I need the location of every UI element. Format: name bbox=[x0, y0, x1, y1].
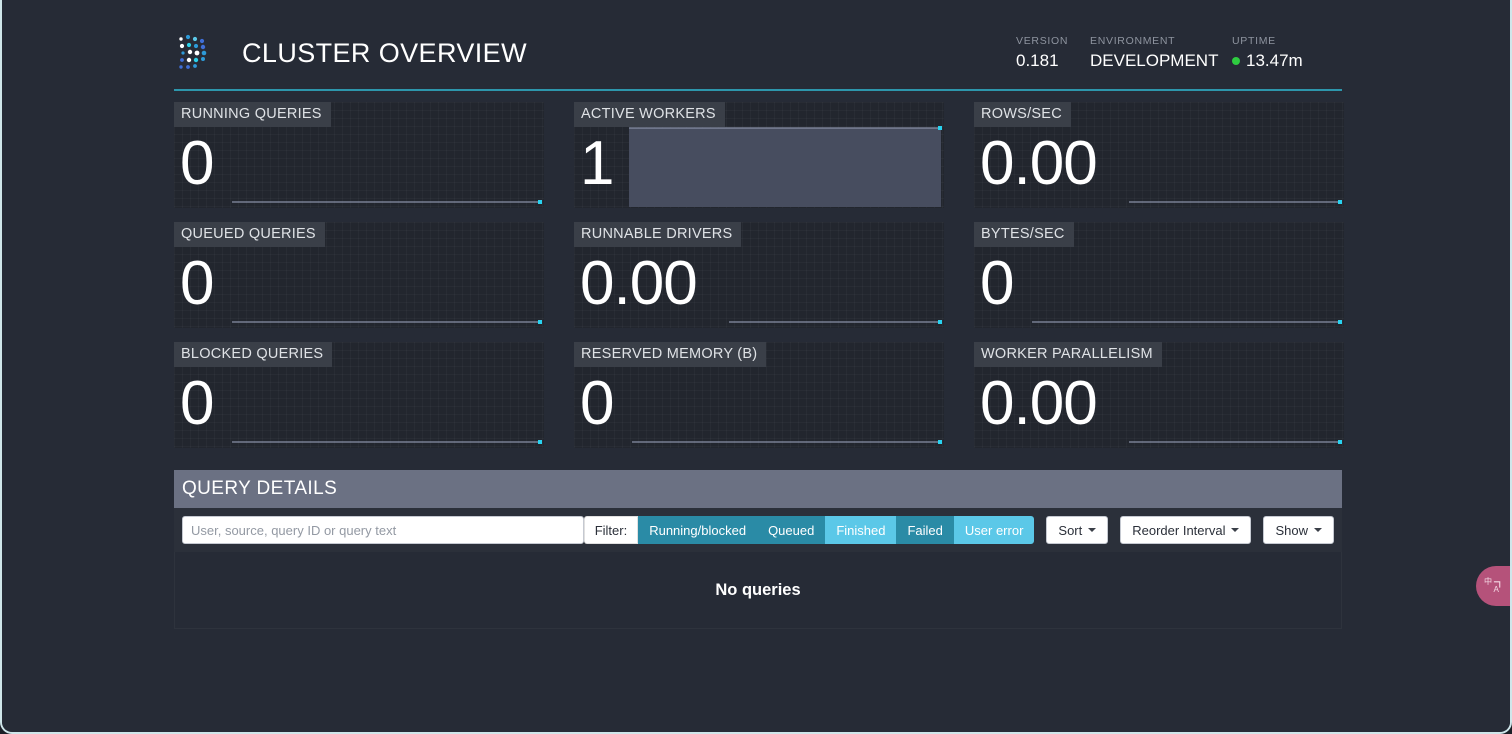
filter-finished[interactable]: Finished bbox=[825, 516, 897, 544]
metric-label-worker-parallelism: WORKER PARALLELISM bbox=[974, 342, 1162, 367]
metric-label-rows-sec: ROWS/SEC bbox=[974, 102, 1071, 127]
stat-uptime-value-wrap: 13.47m bbox=[1232, 51, 1342, 71]
sort-dropdown[interactable]: Sort bbox=[1046, 516, 1109, 544]
metrics-grid: RUNNING QUERIES 0 ACTIVE WORKERS 1 ROWS/… bbox=[174, 102, 1344, 462]
query-details-header: QUERY DETAILS bbox=[174, 470, 1342, 508]
stat-environment-value: DEVELOPMENT bbox=[1090, 51, 1219, 70]
chevron-down-icon bbox=[1314, 528, 1322, 532]
trino-dots-logo-icon bbox=[174, 30, 220, 76]
metric-card-active-workers: ACTIVE WORKERS 1 bbox=[574, 102, 944, 208]
metric-card-bytes-sec: BYTES/SEC 0 bbox=[974, 222, 1344, 328]
metric-card-runnable-drivers: RUNNABLE DRIVERS 0.00 bbox=[574, 222, 944, 328]
metric-label-reserved-memory: RESERVED MEMORY (B) bbox=[574, 342, 767, 367]
metric-label-active-workers: ACTIVE WORKERS bbox=[574, 102, 725, 127]
metric-card-rows-sec: ROWS/SEC 0.00 bbox=[974, 102, 1344, 208]
filter-queued[interactable]: Queued bbox=[757, 516, 826, 544]
filter-label: Filter: bbox=[583, 516, 639, 544]
sort-dropdown-label: Sort bbox=[1058, 522, 1083, 538]
filter-failed[interactable]: Failed bbox=[896, 516, 954, 544]
reorder-interval-dropdown-label: Reorder Interval bbox=[1132, 522, 1226, 538]
metric-card-worker-parallelism: WORKER PARALLELISM 0.00 bbox=[974, 342, 1344, 448]
search-input[interactable] bbox=[182, 516, 584, 544]
query-details-toolbar: Filter: Running/blocked Queued Finished … bbox=[174, 508, 1342, 552]
metric-card-reserved-memory: RESERVED MEMORY (B) 0 bbox=[574, 342, 944, 448]
metric-label-queued-queries: QUEUED QUERIES bbox=[174, 222, 325, 247]
chevron-down-icon bbox=[1088, 528, 1097, 532]
stat-environment-label: ENVIRONMENT bbox=[1090, 35, 1176, 47]
reorder-interval-dropdown[interactable]: Reorder Interval bbox=[1120, 516, 1252, 544]
show-dropdown[interactable]: Show bbox=[1263, 516, 1334, 544]
stat-uptime-value: 13.47m bbox=[1246, 51, 1303, 70]
show-dropdown-label: Show bbox=[1275, 522, 1308, 538]
status-dot-icon bbox=[1232, 57, 1240, 65]
chevron-down-icon bbox=[1231, 528, 1240, 532]
query-details-panel: QUERY DETAILS Filter: Running/blocked Qu… bbox=[174, 470, 1342, 629]
stat-version-label: VERSION bbox=[1016, 35, 1069, 47]
stat-uptime-label: UPTIME bbox=[1232, 35, 1276, 47]
browser-window: CLUSTER OVERVIEW VERSION 0.181 ENVIRONME… bbox=[0, 0, 1512, 734]
toolbar-controls: Filter: Running/blocked Queued Finished … bbox=[583, 516, 1342, 544]
cluster-overview-page: CLUSTER OVERVIEW VERSION 0.181 ENVIRONME… bbox=[2, 0, 1510, 730]
metric-value-reserved-memory: 0 bbox=[580, 369, 614, 438]
query-list-empty-state: No queries bbox=[174, 552, 1342, 629]
translate-icon: 中 A bbox=[1484, 576, 1502, 597]
metric-value-active-workers: 1 bbox=[580, 129, 614, 198]
metric-value-queued-queries: 0 bbox=[180, 249, 214, 318]
metric-value-worker-parallelism: 0.00 bbox=[980, 369, 1098, 438]
translate-widget-button[interactable]: 中 A bbox=[1476, 566, 1510, 606]
metric-label-runnable-drivers: RUNNABLE DRIVERS bbox=[574, 222, 742, 247]
metric-label-running-queries: RUNNING QUERIES bbox=[174, 102, 331, 127]
metric-value-running-queries: 0 bbox=[180, 129, 214, 198]
stat-uptime: UPTIME 13.47m bbox=[1232, 35, 1342, 71]
filter-button-group: Filter: Running/blocked Queued Finished … bbox=[583, 516, 1035, 544]
filter-user-error[interactable]: User error bbox=[953, 516, 1035, 544]
svg-text:中: 中 bbox=[1484, 576, 1492, 586]
page-title: CLUSTER OVERVIEW bbox=[242, 37, 527, 68]
metric-value-runnable-drivers: 0.00 bbox=[580, 249, 698, 318]
metric-card-queued-queries: QUEUED QUERIES 0 bbox=[174, 222, 544, 328]
metric-card-running-queries: RUNNING QUERIES 0 bbox=[174, 102, 544, 208]
stat-environment: ENVIRONMENT DEVELOPMENT bbox=[1090, 35, 1232, 71]
metric-label-blocked-queries: BLOCKED QUERIES bbox=[174, 342, 333, 367]
metric-value-blocked-queries: 0 bbox=[180, 369, 214, 438]
stat-version: VERSION 0.181 bbox=[1016, 35, 1090, 71]
query-details-title: QUERY DETAILS bbox=[182, 478, 338, 499]
metric-value-rows-sec: 0.00 bbox=[980, 129, 1098, 198]
page-header: CLUSTER OVERVIEW VERSION 0.181 ENVIRONME… bbox=[174, 18, 1342, 88]
header-divider bbox=[174, 89, 1342, 91]
metric-card-blocked-queries: BLOCKED QUERIES 0 bbox=[174, 342, 544, 448]
metric-value-bytes-sec: 0 bbox=[980, 249, 1014, 318]
svg-text:A: A bbox=[1493, 585, 1499, 594]
metric-label-bytes-sec: BYTES/SEC bbox=[974, 222, 1074, 247]
header-stats: VERSION 0.181 ENVIRONMENT DEVELOPMENT UP… bbox=[1016, 35, 1342, 71]
stat-version-value: 0.181 bbox=[1016, 51, 1059, 70]
no-queries-message: No queries bbox=[715, 580, 801, 599]
filter-running-blocked[interactable]: Running/blocked bbox=[638, 516, 758, 544]
